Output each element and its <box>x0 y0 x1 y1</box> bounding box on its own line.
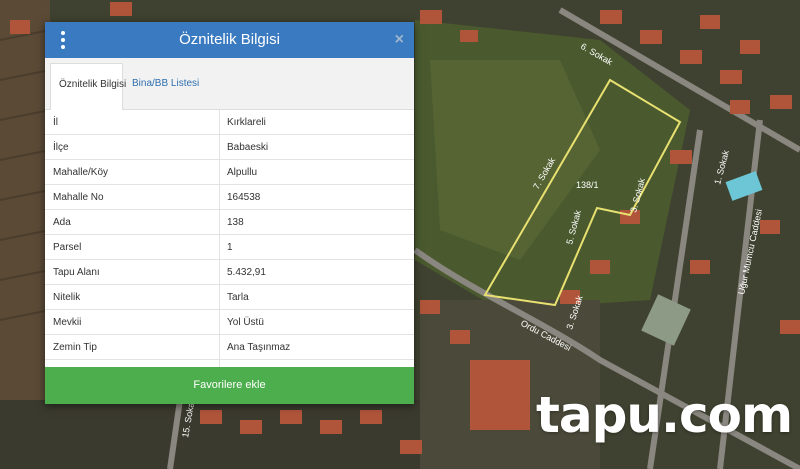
tab-bar: Öznitelik Bilgisi Bina/BB Listesi <box>45 58 414 110</box>
row-value: Ana Taşınmaz <box>227 342 291 353</box>
table-row: Zemin Tip Ana Taşınmaz <box>45 335 414 360</box>
panel-title: Öznitelik Bilgisi <box>179 31 280 48</box>
panel-header: Öznitelik Bilgisi × <box>45 22 414 58</box>
row-value: Alpullu <box>227 167 258 178</box>
row-value: Kırklareli <box>227 117 266 128</box>
tapu-watermark: tapu.com <box>536 386 793 444</box>
attribute-info-panel: Öznitelik Bilgisi × Öznitelik Bilgisi Bi… <box>45 22 414 404</box>
row-key: Ada <box>53 217 71 228</box>
parcel-label: 138/1 <box>576 180 599 190</box>
table-row: İlçe Babaeski <box>45 135 414 160</box>
close-icon[interactable]: × <box>395 22 404 58</box>
row-value: 164538 <box>227 192 261 203</box>
table-row: Parsel 1 <box>45 235 414 260</box>
table-row: Ada 138 <box>45 210 414 235</box>
table-row: Mevkii Yol Üstü <box>45 310 414 335</box>
add-to-favorites-button[interactable]: Favorilere ekle <box>45 367 414 404</box>
tab-attribute-info-label: Öznitelik Bilgisi <box>59 79 127 90</box>
row-value: Tarla <box>227 292 249 303</box>
row-key: Tapu Alanı <box>53 267 100 278</box>
row-value: Babaeski <box>227 142 269 153</box>
attribute-table: İl Kırklareli İlçe Babaeski Mahalle/Köy Alp… <box>45 110 414 385</box>
row-key: Mahalle/Köy <box>53 167 109 178</box>
row-key: Mevkii <box>53 317 82 328</box>
table-row: İl Kırklareli <box>45 110 414 135</box>
row-key: İlçe <box>53 142 69 153</box>
table-row: Mahalle/Köy Alpullu <box>45 160 414 185</box>
row-value: 5.432,91 <box>227 267 266 278</box>
tab-building-list-label: Bina/BB Listesi <box>132 78 200 89</box>
tab-attribute-info[interactable]: Öznitelik Bilgisi <box>50 63 127 110</box>
table-row: Tapu Alanı 5.432,91 <box>45 260 414 285</box>
row-value: 138 <box>227 217 244 228</box>
row-key: Zemin Tip <box>53 342 97 353</box>
row-value: 1 <box>227 242 233 253</box>
row-key: İl <box>53 117 58 128</box>
row-key: Nitelik <box>53 292 81 303</box>
table-row: Nitelik Tarla <box>45 285 414 310</box>
row-key: Mahalle No <box>53 192 104 203</box>
row-value: Yol Üstü <box>227 317 264 328</box>
tab-building-list[interactable]: Bina/BB Listesi <box>124 63 199 110</box>
table-row: Mahalle No 164538 <box>45 185 414 210</box>
row-key: Parsel <box>53 242 82 253</box>
